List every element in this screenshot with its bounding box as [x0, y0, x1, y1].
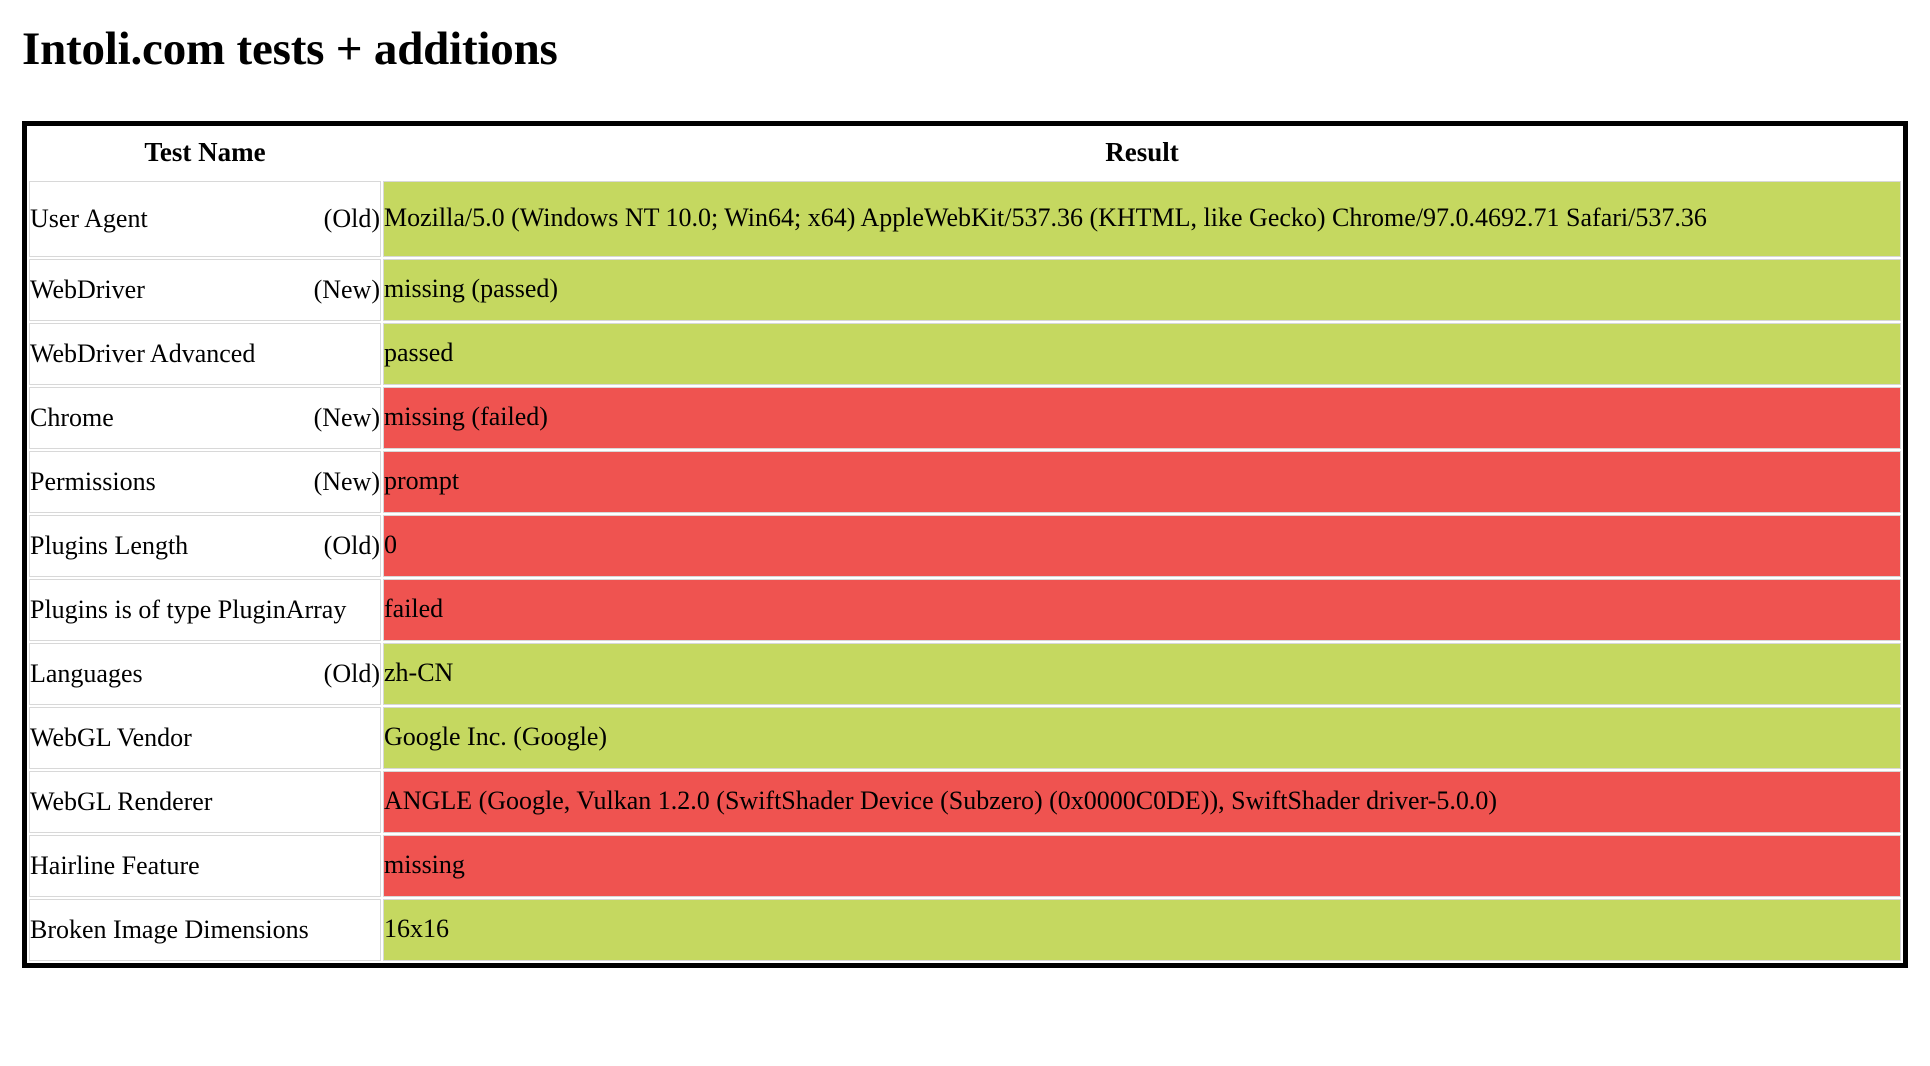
test-result-cell: missing (failed)	[383, 386, 1901, 449]
table-header-row: Test Name Result	[29, 127, 1901, 179]
test-name-age-tag: (New)	[313, 466, 380, 496]
table-row: Permissions (New) prompt	[29, 450, 1901, 513]
test-name-cell: WebGL Renderer	[29, 770, 381, 833]
test-name-row: Chrome (New)	[30, 403, 380, 433]
table-row: Languages (Old) zh-CN	[29, 642, 1901, 705]
table-row: Broken Image Dimensions 16x16	[29, 898, 1901, 961]
table-body: User Agent (Old) Mozilla/5.0 (Windows NT 1…	[29, 180, 1901, 961]
test-name-label: Broken Image Dimensions	[30, 914, 309, 944]
test-name-label: WebGL Vendor	[30, 722, 192, 752]
test-name-age-tag: (Old)	[323, 203, 380, 233]
table-row: Plugins is of type PluginArray failed	[29, 578, 1901, 641]
test-name-row: WebDriver (New)	[30, 275, 380, 305]
table-row: WebGL Renderer ANGLE (Google, Vulkan 1.2.…	[29, 770, 1901, 833]
test-name-cell: Plugins Length (Old)	[29, 514, 381, 577]
test-result-cell: missing (passed)	[383, 258, 1901, 321]
test-name-age-tag: (Old)	[323, 658, 380, 688]
test-name-label: Languages	[30, 658, 143, 688]
test-name-row: WebGL Renderer	[30, 787, 380, 817]
test-result-cell: Google Inc. (Google)	[383, 706, 1901, 769]
test-name-label: User Agent	[30, 203, 148, 233]
test-name-label: Plugins Length	[30, 530, 189, 560]
test-name-cell: WebGL Vendor	[29, 706, 381, 769]
test-name-row: Plugins is of type PluginArray	[30, 595, 380, 625]
test-name-row: Broken Image Dimensions	[30, 915, 380, 945]
test-name-row: User Agent (Old)	[30, 204, 380, 234]
table-row: WebGL Vendor Google Inc. (Google)	[29, 706, 1901, 769]
test-name-row: Plugins Length (Old)	[30, 531, 380, 561]
test-result-cell: 0	[383, 514, 1901, 577]
test-result-cell: missing	[383, 834, 1901, 897]
test-name-cell: Permissions (New)	[29, 450, 381, 513]
table-row: Hairline Feature missing	[29, 834, 1901, 897]
test-name-label: WebDriver Advanced	[30, 338, 256, 368]
test-name-age-tag: (Old)	[323, 530, 380, 560]
test-result-cell: failed	[383, 578, 1901, 641]
test-result-cell: prompt	[383, 450, 1901, 513]
test-name-cell: WebDriver Advanced	[29, 322, 381, 385]
test-name-row: WebGL Vendor	[30, 723, 380, 753]
results-table-container: Test Name Result User Agent (Old) Mozilla/…	[22, 120, 1908, 968]
test-name-cell: Chrome (New)	[29, 386, 381, 449]
test-name-cell: User Agent (Old)	[29, 180, 381, 257]
test-result-cell: zh-CN	[383, 642, 1901, 705]
column-header-result: Result	[383, 127, 1901, 179]
test-name-label: Hairline Feature	[30, 850, 200, 880]
table-row: Plugins Length (Old) 0	[29, 514, 1901, 577]
test-name-cell: Hairline Feature	[29, 834, 381, 897]
intoli-tests-table: Test Name Result User Agent (Old) Mozilla/…	[27, 125, 1903, 963]
test-name-cell: Languages (Old)	[29, 642, 381, 705]
test-result-cell: ANGLE (Google, Vulkan 1.2.0 (SwiftShader…	[383, 770, 1901, 833]
table-row: User Agent (Old) Mozilla/5.0 (Windows NT 1…	[29, 180, 1901, 257]
test-result-cell: 16x16	[383, 898, 1901, 961]
test-name-row: Languages (Old)	[30, 659, 380, 689]
test-result-cell: Mozilla/5.0 (Windows NT 10.0; Win64; x64…	[383, 180, 1901, 257]
test-name-row: Hairline Feature	[30, 851, 380, 881]
test-name-label: WebGL Renderer	[30, 786, 213, 816]
test-name-cell: WebDriver (New)	[29, 258, 381, 321]
table-head: Test Name Result	[29, 127, 1901, 179]
test-name-row: Permissions (New)	[30, 467, 380, 497]
table-row: Chrome (New) missing (failed)	[29, 386, 1901, 449]
page-title: Intoli.com tests + additions	[22, 23, 558, 75]
test-name-age-tag: (New)	[313, 274, 380, 304]
table-row: WebDriver (New) missing (passed)	[29, 258, 1901, 321]
test-name-row: WebDriver Advanced	[30, 339, 380, 369]
test-name-cell: Broken Image Dimensions	[29, 898, 381, 961]
test-name-cell: Plugins is of type PluginArray	[29, 578, 381, 641]
test-name-label: Permissions	[30, 466, 156, 496]
test-name-label: Chrome	[30, 402, 114, 432]
test-name-label: WebDriver	[30, 274, 145, 304]
column-header-test-name: Test Name	[29, 127, 381, 179]
test-name-label: Plugins is of type PluginArray	[30, 594, 347, 624]
test-result-cell: passed	[383, 322, 1901, 385]
test-name-age-tag: (New)	[313, 402, 380, 432]
table-row: WebDriver Advanced passed	[29, 322, 1901, 385]
page-container: Intoli.com tests + additions Test Name R…	[0, 23, 1930, 968]
